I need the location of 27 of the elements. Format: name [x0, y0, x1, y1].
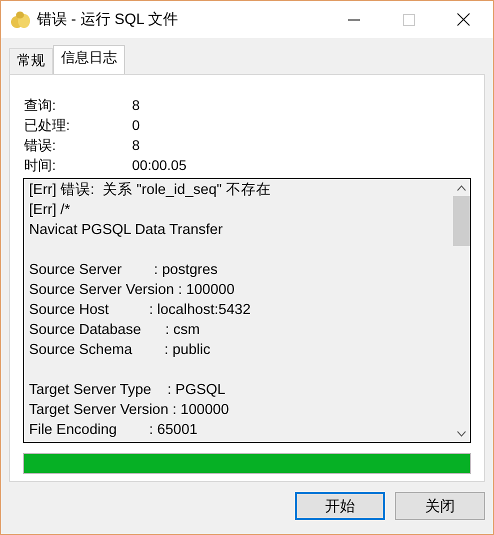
log-line: File Encoding : 65001 [29, 421, 198, 440]
log-line: [Err] /* [29, 201, 72, 220]
dialog-button[interactable]: 关闭 [395, 492, 485, 520]
stat-value: 8 [132, 96, 141, 115]
log-line: Source Server Version : 100000 [29, 281, 236, 300]
log-line: [Err] 错误: 关系 "role_id_seq" 不存在 [29, 181, 272, 200]
close-icon[interactable] [457, 13, 470, 26]
window-title: 错误 - 运行 SQL 文件 [37, 10, 178, 29]
log-line: Source Database : csm [29, 321, 201, 340]
stat-label: 错误: [24, 136, 57, 155]
stat-value: 00:00.05 [132, 156, 188, 175]
log-line: Source Schema : public [29, 341, 212, 360]
stat-label: 时间: [24, 156, 57, 175]
log-line: Source Server : postgres [29, 261, 219, 280]
stat-value: 0 [132, 116, 141, 135]
log-line: Target Server Version : 100000 [29, 401, 230, 420]
log-line: Source Host : localhost:5432 [29, 301, 252, 320]
stat-label: 查询: [24, 96, 57, 115]
app-logo-icon [11, 10, 31, 28]
scrollbar-thumb[interactable] [453, 196, 470, 246]
stat-label: 已处理: [24, 116, 71, 135]
dialog-button[interactable]: 开始 [295, 492, 385, 520]
log-line: Target Server Type : PGSQL [29, 381, 226, 400]
log-line: Navicat PGSQL Data Transfer [29, 221, 224, 240]
stat-value: 8 [132, 136, 141, 155]
tab[interactable]: 信息日志 [53, 45, 125, 74]
tab[interactable]: 常规 [9, 48, 53, 74]
